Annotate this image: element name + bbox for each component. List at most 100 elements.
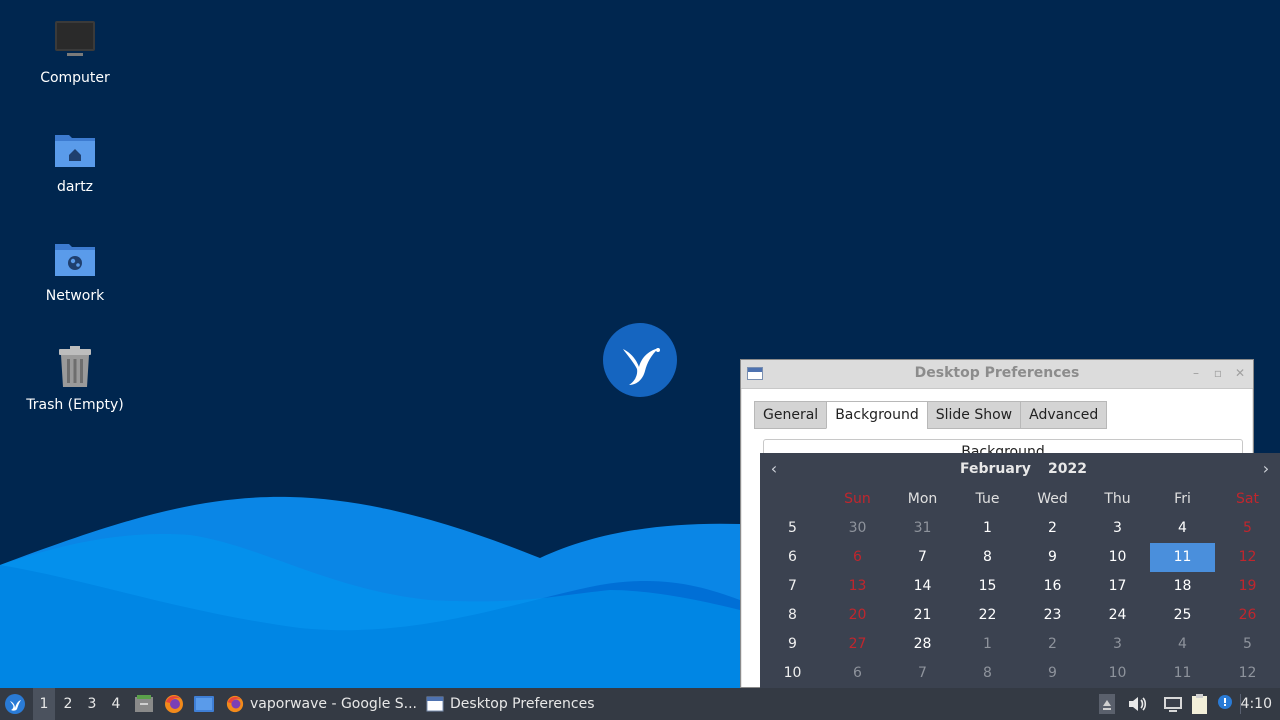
calendar-popup[interactable]: ‹ February 2022 › Sun Mon Tue Wed Thu Fri Sat 5… — [760, 453, 1280, 688]
calendar-day[interactable]: 27 — [825, 630, 890, 659]
calendar-day[interactable]: 9 — [1020, 543, 1085, 572]
tab-bar: General Background Slide Show Advanced — [754, 401, 1108, 429]
calendar-day[interactable]: 12 — [1215, 659, 1280, 688]
desktop-icon-label: dartz — [56, 179, 94, 195]
window-title: Desktop Preferences — [914, 365, 1080, 381]
calendar-day[interactable]: 7 — [890, 659, 955, 688]
show-desktop-icon[interactable] — [193, 695, 215, 713]
weekday-label: Sat — [1236, 491, 1259, 507]
tray-arrow-icon[interactable] — [1099, 694, 1115, 714]
week-number: 5 — [788, 520, 797, 536]
task-firefox[interactable]: vaporwave - Google S... — [226, 688, 417, 720]
maximize-icon[interactable]: ▫ — [1211, 366, 1225, 380]
calendar-day[interactable]: 6 — [825, 543, 890, 572]
calendar-day[interactable]: 13 — [825, 572, 890, 601]
week-number: 6 — [788, 549, 797, 565]
calendar-day[interactable]: 10 — [1085, 659, 1150, 688]
task-label: Desktop Preferences — [450, 696, 595, 712]
calendar-day[interactable]: 25 — [1150, 601, 1215, 630]
minimize-icon[interactable]: – — [1189, 366, 1203, 380]
calendar-day[interactable]: 2 — [1020, 630, 1085, 659]
firefox-icon[interactable] — [164, 694, 184, 714]
home-folder-icon — [55, 135, 95, 167]
week-number: 9 — [788, 636, 797, 652]
calendar-week-row: 10 6 7 8 9 10 11 12 — [760, 659, 1280, 688]
calendar-week-row: 9 27 28 1 2 3 4 5 — [760, 630, 1280, 659]
weekday-label: Fri — [1174, 491, 1191, 507]
calendar-day[interactable]: 2 — [1020, 514, 1085, 543]
calendar-day[interactable]: 15 — [955, 572, 1020, 601]
calendar-day[interactable]: 8 — [955, 543, 1020, 572]
file-manager-icon[interactable] — [134, 695, 154, 713]
volume-icon[interactable] — [1127, 695, 1147, 713]
workspace-1[interactable]: 1 — [33, 688, 55, 720]
calendar-day[interactable]: 14 — [890, 572, 955, 601]
clipboard-icon[interactable] — [1189, 693, 1211, 715]
weekday-label: Tue — [975, 491, 1000, 507]
window-icon — [426, 696, 444, 712]
calendar-day[interactable]: 23 — [1020, 601, 1085, 630]
calendar-day[interactable]: 12 — [1215, 543, 1280, 572]
week-number: 10 — [783, 665, 802, 681]
calendar-day[interactable]: 8 — [955, 659, 1020, 688]
workspace-3[interactable]: 3 — [81, 688, 103, 720]
calendar-day[interactable]: 16 — [1020, 572, 1085, 601]
week-number-header — [760, 485, 825, 514]
weekday-label: Thu — [1104, 491, 1131, 507]
calendar-day[interactable]: 11 — [1150, 659, 1215, 688]
calendar-day[interactable]: 1 — [955, 630, 1020, 659]
calendar-year[interactable]: 2022 — [1048, 461, 1087, 477]
tab-background[interactable]: Background — [826, 401, 928, 429]
calendar-day[interactable]: 6 — [825, 659, 890, 688]
desktop-icon-dartz[interactable]: dartz — [20, 127, 130, 195]
calendar-day[interactable]: 24 — [1085, 601, 1150, 630]
calendar-day[interactable]: 5 — [1215, 630, 1280, 659]
calendar-day[interactable]: 31 — [890, 514, 955, 543]
weekday-label: Mon — [907, 491, 938, 507]
taskbar: 1 2 3 4 vaporwave - Google S... Desktop … — [0, 688, 1280, 720]
tab-general[interactable]: General — [754, 401, 828, 429]
close-icon[interactable]: ✕ — [1233, 366, 1247, 380]
desktop-icon-label: Computer — [40, 70, 110, 86]
weekday-label: Sun — [844, 491, 871, 507]
calendar-day[interactable]: 5 — [1215, 514, 1280, 543]
calendar-month[interactable]: February — [960, 461, 1031, 477]
notification-icon[interactable] — [1215, 694, 1235, 714]
desktop-icon-trash[interactable]: Trash (Empty) — [20, 345, 130, 413]
workspace-4[interactable]: 4 — [105, 688, 127, 720]
calendar-day-selected[interactable]: 11 — [1150, 543, 1215, 572]
chevron-right-icon[interactable]: › — [1256, 459, 1276, 479]
calendar-day[interactable]: 18 — [1150, 572, 1215, 601]
calendar-day[interactable]: 20 — [825, 601, 890, 630]
weekday-label: Wed — [1037, 491, 1068, 507]
calendar-day[interactable]: 22 — [955, 601, 1020, 630]
calendar-day[interactable]: 21 — [890, 601, 955, 630]
window-titlebar[interactable]: Desktop Preferences – ▫ ✕ — [741, 360, 1253, 389]
calendar-day[interactable]: 28 — [890, 630, 955, 659]
calendar-day[interactable]: 30 — [825, 514, 890, 543]
chevron-left-icon[interactable]: ‹ — [764, 459, 784, 479]
calendar-day[interactable]: 4 — [1150, 514, 1215, 543]
desktop-icon-label: Network — [45, 288, 105, 304]
task-desktop-preferences[interactable]: Desktop Preferences — [426, 688, 595, 720]
calendar-day[interactable]: 19 — [1215, 572, 1280, 601]
tab-advanced[interactable]: Advanced — [1020, 401, 1108, 429]
calendar-day[interactable]: 9 — [1020, 659, 1085, 688]
calendar-day[interactable]: 26 — [1215, 601, 1280, 630]
calendar-day[interactable]: 4 — [1150, 630, 1215, 659]
calendar-day[interactable]: 3 — [1085, 630, 1150, 659]
firefox-icon — [226, 695, 244, 713]
network-icon[interactable] — [1163, 695, 1183, 713]
task-label: vaporwave - Google S... — [250, 696, 418, 712]
start-menu-icon[interactable] — [4, 693, 26, 715]
calendar-day[interactable]: 10 — [1085, 543, 1150, 572]
calendar-day[interactable]: 17 — [1085, 572, 1150, 601]
calendar-day[interactable]: 1 — [955, 514, 1020, 543]
clock[interactable]: 4:10 — [1241, 688, 1272, 720]
desktop-icon-computer[interactable]: Computer — [20, 18, 130, 86]
desktop-icon-network[interactable]: Network — [20, 236, 130, 304]
workspace-2[interactable]: 2 — [57, 688, 79, 720]
calendar-day[interactable]: 7 — [890, 543, 955, 572]
tab-slide-show[interactable]: Slide Show — [926, 401, 1022, 429]
calendar-day[interactable]: 3 — [1085, 514, 1150, 543]
